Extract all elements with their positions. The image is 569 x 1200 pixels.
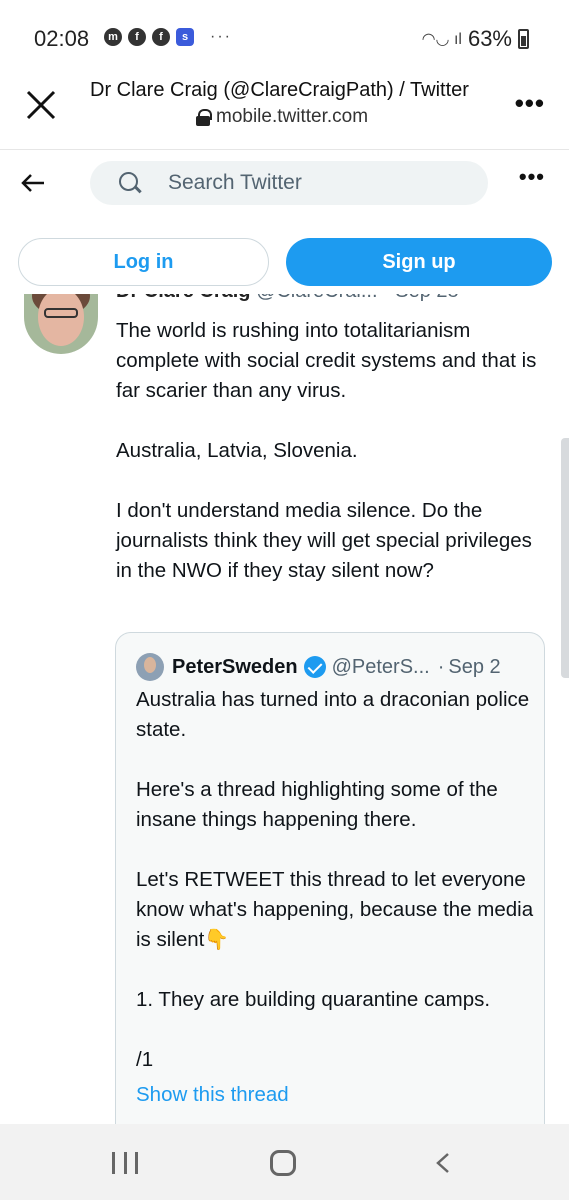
tweet[interactable]: Dr Clare Craig @ClareCrai... · Sep 28 Th… <box>0 294 569 1124</box>
verified-badge-icon <box>303 656 326 678</box>
twitter-header: ••• <box>0 150 569 224</box>
facebook-icon: f <box>152 28 170 46</box>
quoted-tweet[interactable]: PeterSweden @PeterS... · Sep 2 Australia… <box>115 632 545 1124</box>
tweet-handle: @ClareCrai... · Sep 28 <box>256 294 459 302</box>
back-nav-icon[interactable] <box>434 1152 452 1174</box>
battery-percent: 63% <box>467 26 512 51</box>
quoted-text-part-2: 1. They are building quarantine camps. /… <box>136 988 491 1071</box>
more-notifications-icon: ··· <box>210 28 232 45</box>
quoted-handle: @PeterS... <box>331 655 430 678</box>
signup-button[interactable]: Sign up <box>286 238 552 286</box>
nav-bar <box>0 1124 569 1200</box>
facebook-icon: f <box>128 28 146 46</box>
url-text: mobile.twitter.com <box>216 106 369 127</box>
quoted-author: PeterSweden <box>172 655 298 678</box>
lock-icon <box>196 109 212 126</box>
browser-menu-button[interactable]: ••• <box>515 88 545 119</box>
tweet-text: The world is rushing into totalitarianis… <box>116 319 537 582</box>
page-title: Dr Clare Craig (@ClareCraigPath) / Twitt… <box>90 79 469 101</box>
quoted-tweet-text: Australia has turned into a draconian po… <box>136 685 536 1075</box>
tweet-header-clipped: Dr Clare Craig @ClareCrai... · Sep 28 <box>116 294 459 303</box>
search-input[interactable] <box>168 171 468 195</box>
browser-bar: Dr Clare Craig (@ClareCraigPath) / Twitt… <box>0 78 569 150</box>
more-options-button[interactable]: ••• <box>519 164 545 190</box>
status-time: 02:08 <box>34 26 90 51</box>
auth-row: Log in Sign up <box>0 238 569 286</box>
home-icon[interactable] <box>270 1150 296 1176</box>
notification-icons: m f f s ··· <box>104 28 232 46</box>
login-button[interactable]: Log in <box>18 238 269 286</box>
search-box[interactable] <box>90 161 488 205</box>
recent-apps-icon[interactable] <box>112 1152 138 1174</box>
search-icon <box>118 171 142 195</box>
quoted-date: Sep 2 <box>448 655 501 678</box>
close-icon[interactable] <box>24 88 58 122</box>
wifi-icon: ◠◡ ıl <box>421 31 462 48</box>
messenger-icon: m <box>104 28 122 46</box>
point-down-emoji: 👇 <box>204 929 230 951</box>
status-right: ◠◡ ıl 63% <box>422 26 529 52</box>
status-bar: 02:08 m f f s ··· ◠◡ ıl 63% <box>0 0 569 78</box>
back-arrow-icon[interactable] <box>18 168 48 198</box>
page-url: mobile.twitter.com <box>196 106 368 128</box>
avatar[interactable] <box>24 294 98 354</box>
signal-icon: s <box>176 28 194 46</box>
quoted-text-part-1: Australia has turned into a draconian po… <box>136 688 534 951</box>
tweet-author[interactable]: Dr Clare Craig <box>116 294 251 302</box>
quoted-avatar <box>136 653 164 681</box>
scrollbar[interactable] <box>561 438 569 678</box>
quoted-tweet-header: PeterSweden @PeterS... · Sep 2 <box>136 653 501 681</box>
battery-icon <box>518 29 529 49</box>
show-thread-link[interactable]: Show this thread <box>136 1083 289 1107</box>
separator-dot: · <box>437 655 445 678</box>
